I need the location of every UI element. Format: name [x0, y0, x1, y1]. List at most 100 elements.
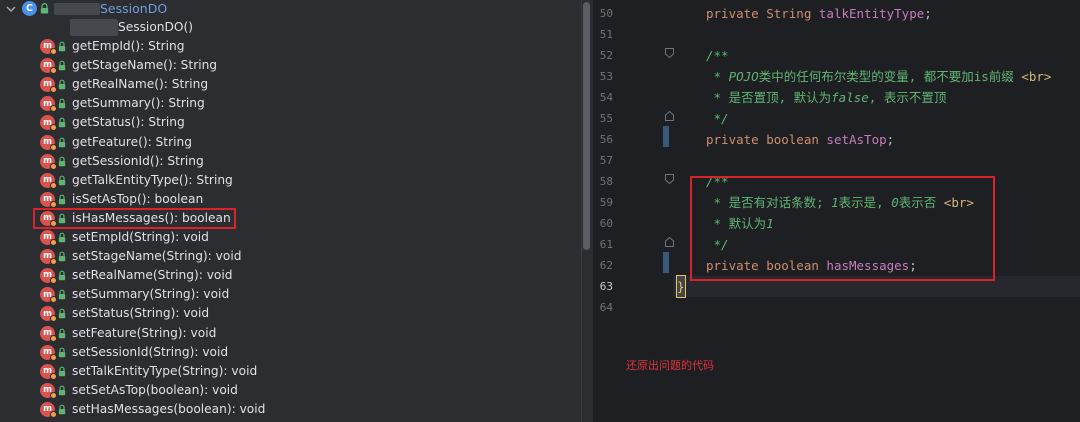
method-row[interactable]: m setTalkEntityType(String): void [0, 362, 578, 381]
method-icon: m [40, 401, 57, 418]
method-icon: m [40, 134, 57, 151]
comment-word: false [831, 90, 869, 105]
method-row[interactable]: m setRealName(String): void [0, 266, 578, 285]
method-label: setSessionId(String): void [72, 344, 229, 359]
method-label: setEmpId(String): void [72, 230, 209, 244]
fold-open-icon[interactable] [665, 174, 674, 184]
fold-close-icon[interactable] [665, 237, 674, 247]
closing-brace: } [676, 275, 686, 298]
fold-close-icon[interactable] [665, 111, 674, 121]
method-row[interactable]: m setFeature(String): void [0, 324, 578, 343]
comment-star: * [706, 69, 729, 84]
method-row[interactable]: m setSetAsTop(boolean): void [0, 381, 578, 400]
line-number: 52 [599, 49, 613, 62]
method-icon: m [40, 58, 57, 75]
lock-icon [58, 328, 66, 338]
line-number: 59 [599, 196, 613, 209]
method-row[interactable]: m setStatus(String): void [0, 304, 578, 323]
code-line-50[interactable]: private String talkEntityType; [706, 3, 932, 24]
method-row[interactable]: m getTalkEntityType(): String [0, 171, 578, 190]
line-number: 50 [599, 7, 613, 20]
method-row[interactable]: m setEmpId(String): void [0, 228, 578, 247]
code-line-53[interactable]: * POJO类中的任何布尔类型的变量, 都不要加is前缀 <br> [706, 66, 1052, 87]
keyword: private String [706, 6, 819, 21]
method-label: getTalkEntityType(): String [72, 172, 233, 187]
override-badge-icon [50, 67, 57, 75]
method-label: setFeature(String): void [72, 325, 217, 340]
method-label: isSetAsTop(): boolean [72, 191, 204, 206]
method-row[interactable]: m getEmpId(): String [0, 37, 578, 56]
constructor-label: SessionDO() [118, 20, 193, 34]
class-icon: C [22, 1, 37, 16]
line-number: 62 [599, 259, 613, 272]
method-row[interactable]: m getStageName(): String [0, 56, 578, 75]
method-row[interactable]: m setSummary(String): void [0, 285, 578, 304]
change-marker [663, 252, 669, 273]
method-icon: m [40, 344, 57, 361]
lock-icon [58, 98, 66, 109]
method-label: getStatus(): String [72, 115, 185, 130]
method-icon: m [40, 249, 57, 266]
code-editor[interactable]: 50 51 52 53 54 55 56 57 58 59 60 61 62 63 64 private S… [593, 0, 1080, 422]
structure-scroll-thumb[interactable] [583, 2, 590, 250]
code-line-52[interactable]: /** [706, 45, 729, 66]
method-row[interactable]: m getFeature(): String [0, 133, 578, 152]
lock-icon [58, 289, 66, 300]
method-label: setSummary(String): void [72, 287, 230, 302]
method-icon: m [40, 325, 57, 342]
semicolon: ; [886, 132, 895, 147]
line-number: 56 [599, 133, 613, 146]
lock-icon [58, 41, 66, 52]
constructor-row[interactable]: SessionDO() [0, 18, 578, 37]
lock-icon [58, 137, 66, 147]
method-label: getEmpId(): String [72, 39, 185, 53]
method-row[interactable]: m getRealName(): String [0, 75, 578, 94]
semicolon: ; [924, 6, 932, 21]
method-label: setSetAsTop(boolean): void [72, 382, 238, 397]
override-badge-icon [50, 105, 57, 113]
method-row[interactable]: m getSummary(): String [0, 94, 578, 113]
line-number: 61 [599, 238, 613, 251]
method-row[interactable]: m isSetAsTop(): boolean [0, 190, 578, 209]
method-icon: m [40, 172, 57, 189]
method-icon: m [40, 363, 57, 380]
fold-open-icon[interactable] [665, 48, 674, 58]
method-icon: m [40, 306, 57, 323]
comment-text: 是否置顶, 默认为 [728, 90, 832, 105]
code-line-54[interactable]: * 是否置顶, 默认为false, 表示不置顶 [706, 87, 947, 108]
method-label: getRealName(): String [72, 77, 209, 92]
method-icon: m [40, 268, 57, 285]
method-label: getSummary(): String [72, 96, 205, 111]
lock-icon [58, 232, 66, 243]
override-badge-icon [50, 391, 57, 399]
override-badge-icon [50, 258, 57, 266]
method-row[interactable]: m setHasMessages(boolean): void [0, 400, 578, 419]
code-line-56[interactable]: private boolean setAsTop; [706, 129, 894, 150]
method-icon: m [40, 191, 57, 208]
lock-icon [58, 309, 66, 319]
method-row[interactable]: m getStatus(): String [0, 113, 578, 132]
method-row[interactable]: m setStageName(String): void [0, 247, 578, 266]
chevron-down-icon[interactable] [6, 4, 16, 14]
method-icon: m [40, 96, 57, 113]
lock-icon [58, 118, 66, 128]
code-line-55[interactable]: */ [706, 108, 729, 129]
lock-icon [58, 251, 66, 262]
override-badge-icon [50, 162, 57, 170]
method-label: getSessionId(): String [72, 153, 204, 168]
code-line-63[interactable]: } [676, 275, 686, 298]
method-icon: m [40, 39, 57, 55]
override-badge-icon [50, 334, 57, 342]
method-row[interactable]: m setSessionId(String): void [0, 343, 578, 362]
override-badge-icon [50, 124, 57, 132]
line-number: 58 [599, 175, 613, 188]
comment-text: , 表示不置顶 [868, 90, 947, 105]
lock-icon [58, 366, 66, 376]
line-number: 51 [599, 28, 613, 41]
override-badge-icon [50, 181, 57, 189]
method-label: setStageName(String): void [72, 249, 242, 264]
method-icon: m [40, 77, 57, 94]
method-row[interactable]: m getSessionId(): String [0, 152, 578, 171]
class-node-sessiondo[interactable]: C SessionDO [0, 0, 578, 19]
structure-panel: C SessionDO SessionDO() m getEmpId(): Str… [0, 0, 580, 422]
